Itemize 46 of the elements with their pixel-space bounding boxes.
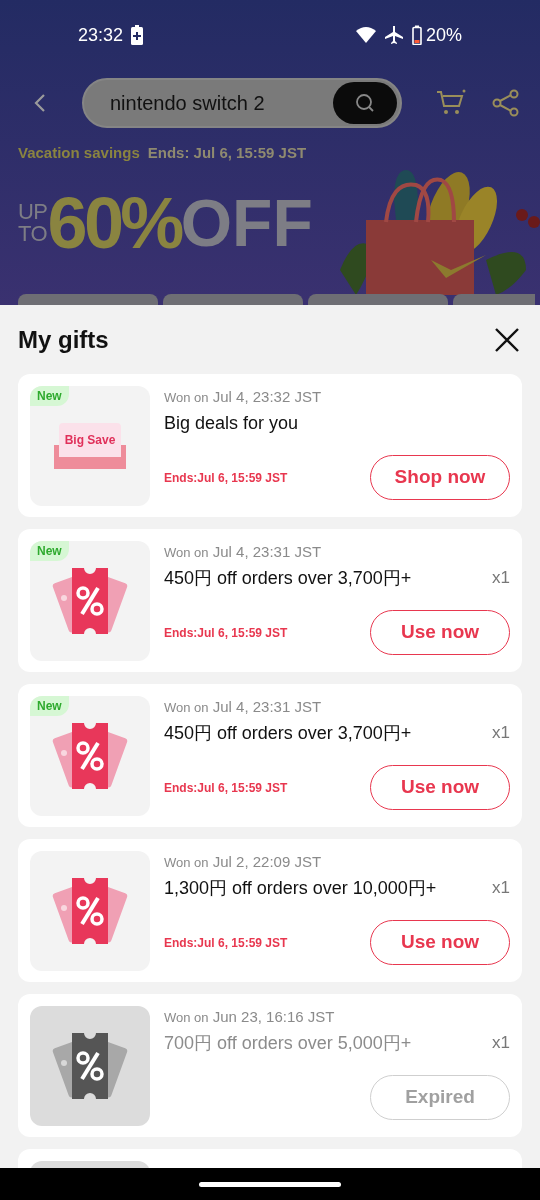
discount-headline: 60% [47, 186, 181, 259]
coupon-icon [52, 566, 128, 636]
coupon-icon [52, 721, 128, 791]
airplane-icon [383, 25, 404, 45]
quantity-text: x1 [492, 722, 510, 744]
coupon-icon [52, 1031, 128, 1101]
gift-title: 1,300円 off orders over 10,000円+ [164, 877, 438, 900]
envelope-drawing: Big Save [54, 423, 126, 469]
status-time: 23:32 [78, 23, 124, 47]
end-date-text: Ends:Jul 6, 15:59 JST [164, 469, 288, 487]
won-date-text: Won on Jul 4, 23:31 JST [164, 542, 323, 562]
won-date-text: Won on Jun 23, 16:16 JST [164, 1007, 336, 1027]
search-icon [354, 92, 376, 114]
end-date-text: Ends:Jul 6, 15:59 JST [164, 934, 288, 952]
battery-percentage: 20% [425, 23, 462, 47]
end-date-text: Ends:Jul 6, 15:59 JST [164, 624, 288, 642]
battery-icon [411, 25, 422, 45]
cart-icon[interactable] [436, 89, 466, 117]
won-date-text: Won on Jul 2, 22:09 JST [164, 852, 323, 872]
banner-text: TO [18, 222, 48, 245]
campaign-end-time: Ends: Jul 6, 15:59 JST [147, 143, 307, 163]
close-icon[interactable] [494, 326, 520, 353]
share-icon[interactable] [492, 89, 520, 117]
off-headline: OFF [180, 186, 313, 259]
quantity-text: x1 [492, 877, 510, 899]
home-indicator[interactable] [199, 1181, 341, 1187]
battery-charging-icon [131, 25, 144, 45]
end-date-text: Ends:Jul 6, 15:59 JST [164, 779, 288, 797]
sheet-title: My gifts [18, 324, 109, 355]
quantity-text: x1 [492, 1032, 510, 1054]
new-badge: New [30, 696, 69, 716]
banner-text: UP [18, 200, 48, 223]
new-badge: New [30, 386, 69, 406]
quantity-text: x1 [492, 567, 510, 589]
gift-title: 700円 off orders over 5,000円+ [164, 1032, 413, 1055]
gift-title: 450円 off orders over 3,700円+ [164, 722, 413, 745]
search-button[interactable] [333, 82, 397, 124]
gift-title: Big deals for you [164, 412, 300, 435]
gift-title: 450円 off orders over 3,700円+ [164, 567, 413, 590]
wifi-icon [355, 27, 376, 43]
coupon-icon [52, 876, 128, 946]
won-date-text: Won on Jul 4, 23:32 JST [164, 387, 323, 407]
new-badge: New [30, 541, 69, 561]
won-date-text: Won on Jul 4, 23:31 JST [164, 697, 323, 717]
campaign-title: Vacation savings [18, 143, 140, 163]
search-field[interactable]: nintendo switch 2 [82, 78, 402, 128]
